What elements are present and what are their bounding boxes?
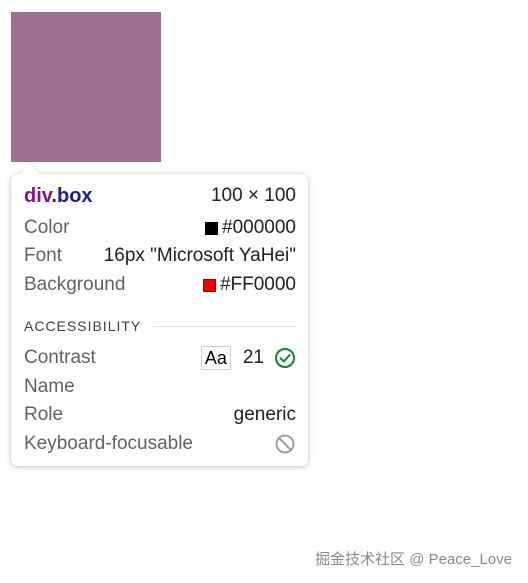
- background-hex: #FF0000: [219, 274, 296, 295]
- contrast-value: Aa 21: [200, 345, 296, 371]
- keyboard-focusable-row: Keyboard-focusable: [24, 431, 296, 457]
- color-label: Color: [24, 217, 70, 238]
- element-dimensions: 100 × 100: [210, 185, 296, 206]
- color-row: Color #000000: [24, 215, 296, 241]
- section-divider: [153, 325, 296, 327]
- name-row: Name: [24, 374, 296, 400]
- color-value: #000000: [205, 215, 296, 241]
- role-label: Role: [24, 404, 64, 425]
- element-selector: div.box: [24, 183, 93, 209]
- devtools-inspect-overlay: div.box 100 × 100 Color #000000 Font 16p…: [0, 0, 528, 583]
- background-value: #FF0000: [202, 272, 296, 298]
- color-swatch: [205, 221, 219, 235]
- color-hex: #000000: [222, 217, 296, 238]
- watermark: 掘金技术社区 @ Peace_Love: [315, 551, 512, 568]
- role-value: generic: [233, 404, 296, 425]
- no-entry-icon: [275, 434, 295, 454]
- font-row: Font 16px "Microsoft YaHei": [24, 243, 296, 269]
- name-label: Name: [24, 376, 75, 397]
- element-tag: div: [24, 185, 52, 207]
- background-label: Background: [24, 274, 126, 295]
- contrast-row: Contrast Aa 21: [24, 345, 296, 371]
- contrast-sample-chip: Aa: [200, 346, 231, 370]
- accessibility-section-header: ACCESSIBILITY: [24, 316, 296, 336]
- contrast-label: Contrast: [24, 347, 96, 368]
- background-swatch: [202, 278, 216, 292]
- contrast-ratio: 21: [242, 347, 264, 368]
- font-value: 16px "Microsoft YaHei": [103, 245, 296, 266]
- check-circle-icon: [275, 348, 295, 368]
- element-title-row: div.box 100 × 100: [24, 183, 296, 209]
- keyboard-focusable-label: Keyboard-focusable: [24, 433, 193, 454]
- inspect-tooltip: div.box 100 × 100 Color #000000 Font 16p…: [11, 174, 308, 466]
- element-class: .box: [51, 185, 93, 207]
- background-row: Background #FF0000: [24, 272, 296, 298]
- role-row: Role generic: [24, 402, 296, 428]
- font-label: Font: [24, 245, 63, 266]
- keyboard-focusable-value: [274, 433, 296, 455]
- accessibility-header-label: ACCESSIBILITY: [24, 318, 142, 334]
- element-highlight-box: [11, 12, 161, 162]
